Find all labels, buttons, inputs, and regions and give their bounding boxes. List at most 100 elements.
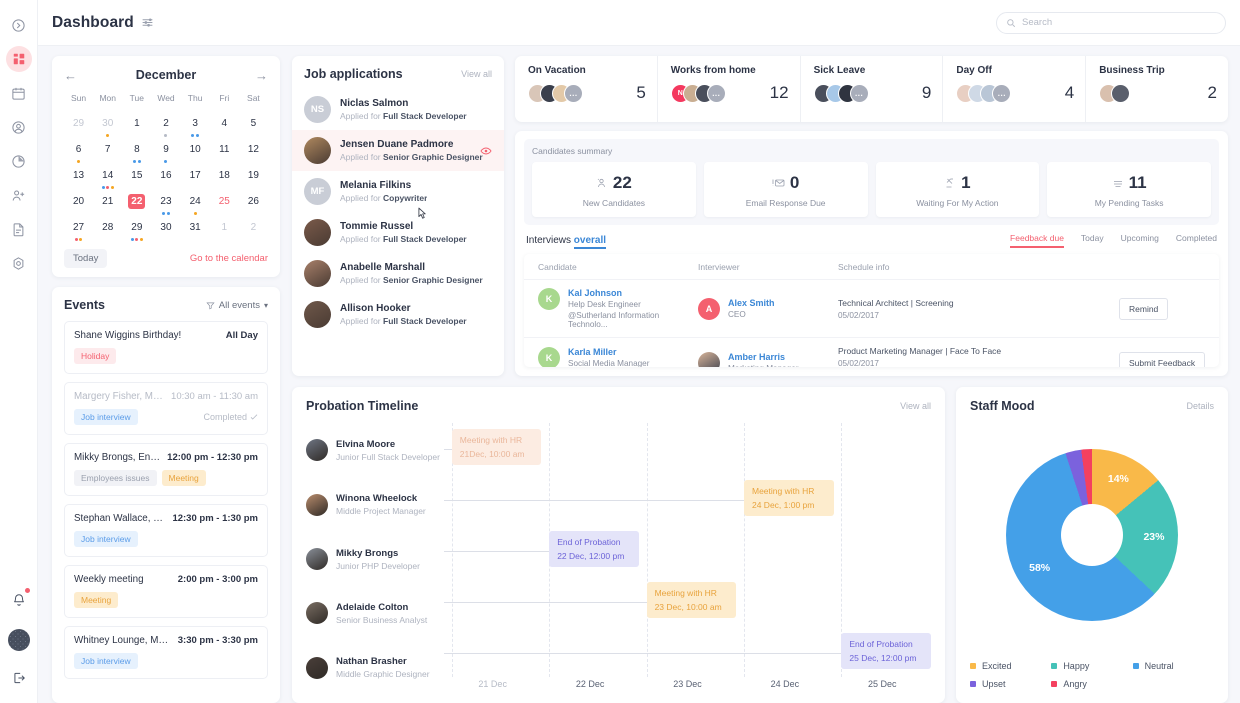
calendar-day-15[interactable]: 15 xyxy=(122,164,151,190)
sidebar-item-documents[interactable] xyxy=(6,216,32,242)
calendar-day-2[interactable]: 2 xyxy=(239,216,268,242)
sidebar-item-dashboard[interactable] xyxy=(5,46,32,72)
calendar-day-28[interactable]: 28 xyxy=(93,216,122,242)
sidebar-item-settings[interactable] xyxy=(6,250,32,276)
calendar-day-26[interactable]: 26 xyxy=(239,190,268,216)
candidate-summary-card[interactable]: 11 My Pending Tasks xyxy=(1047,162,1211,217)
calendar-day-29[interactable]: 29 xyxy=(64,112,93,138)
sliders-icon[interactable] xyxy=(141,16,154,29)
interview-action-button[interactable]: Submit Feedback xyxy=(1119,352,1206,367)
sidebar-item-reports[interactable] xyxy=(6,148,32,174)
calendar-day-30[interactable]: 30 xyxy=(151,216,180,242)
calendar-day-7[interactable]: 7 xyxy=(93,138,122,164)
event-item[interactable]: Weekly meeting 2:00 pm - 3:00 pm Meeting xyxy=(64,565,268,618)
candidate-name[interactable]: Karla Miller xyxy=(568,347,649,357)
logout-icon[interactable] xyxy=(6,665,32,691)
calendar-day-31[interactable]: 31 xyxy=(181,216,210,242)
candidate-summary-card[interactable]: 22 New Candidates xyxy=(532,162,696,217)
interviewer-name[interactable]: Amber Harris xyxy=(728,352,799,362)
timeline-event-chip[interactable]: Meeting with HR 23 Dec, 10:00 am xyxy=(646,581,737,618)
calendar-day-17[interactable]: 17 xyxy=(181,164,210,190)
calendar-day-14[interactable]: 14 xyxy=(93,164,122,190)
legend-item[interactable]: Neutral xyxy=(1132,657,1214,675)
calendar-day-19[interactable]: 19 xyxy=(239,164,268,190)
calendar-day-3[interactable]: 3 xyxy=(181,112,210,138)
calendar-day-30[interactable]: 30 xyxy=(93,112,122,138)
search-input[interactable] xyxy=(1022,17,1216,28)
today-button[interactable]: Today xyxy=(64,249,108,268)
job-application-item[interactable]: MF Melania Filkins Applied for Copywriter xyxy=(292,171,504,212)
job-application-item[interactable]: Anabelle Marshall Applied for Senior Grap… xyxy=(292,253,504,294)
calendar-day-29[interactable]: 29 xyxy=(122,216,151,242)
search-box[interactable] xyxy=(996,11,1226,34)
event-item[interactable]: Shane Wiggins Birthday! All Day Holiday xyxy=(64,321,268,374)
timeline-person[interactable]: Adelaide Colton Senior Business Analyst xyxy=(306,586,444,640)
timeline-event-chip[interactable]: End of Probation 25 Dec, 12:00 pm xyxy=(841,632,931,669)
attendance-stat-card[interactable]: Sick Leave... 9 xyxy=(801,56,944,122)
timeline-person[interactable]: Mikky Brongs Junior PHP Developer xyxy=(306,532,444,586)
calendar-day-23[interactable]: 23 xyxy=(151,190,180,216)
interview-action-button[interactable]: Remind xyxy=(1119,297,1169,320)
goto-calendar-link[interactable]: Go to the calendar xyxy=(190,253,268,264)
interviews-tab[interactable]: Upcoming xyxy=(1121,233,1159,248)
calendar-day-22[interactable]: 22 xyxy=(122,190,151,216)
calendar-day-5[interactable]: 5 xyxy=(239,112,268,138)
calendar-day-2[interactable]: 2 xyxy=(151,112,180,138)
calendar-day-11[interactable]: 11 xyxy=(210,138,239,164)
interviews-tab[interactable]: Completed xyxy=(1176,233,1217,248)
timeline-event-chip[interactable]: Meeting with HR 21Dec, 10:00 am xyxy=(451,429,542,466)
calendar-next-button[interactable]: → xyxy=(255,69,268,82)
calendar-prev-button[interactable]: ← xyxy=(64,69,77,82)
interviews-tab[interactable]: Feedback due xyxy=(1010,233,1064,248)
timeline-person[interactable]: Elvina Moore Junior Full Stack Developer xyxy=(306,423,444,477)
staff-mood-details-link[interactable]: Details xyxy=(1186,401,1214,411)
calendar-day-24[interactable]: 24 xyxy=(181,190,210,216)
interviews-tab[interactable]: Today xyxy=(1081,233,1104,248)
calendar-day-25[interactable]: 25 xyxy=(210,190,239,216)
notifications-icon[interactable] xyxy=(6,587,32,613)
calendar-day-1[interactable]: 1 xyxy=(210,216,239,242)
attendance-stat-card[interactable]: On Vacation... 5 xyxy=(515,56,658,122)
job-application-item[interactable]: Allison Hooker Applied for Full Stack Dev… xyxy=(292,294,504,335)
calendar-day-10[interactable]: 10 xyxy=(181,138,210,164)
job-application-item[interactable]: Tommie Russel Applied for Full Stack Deve… xyxy=(292,212,504,253)
calendar-day-12[interactable]: 12 xyxy=(239,138,268,164)
calendar-day-6[interactable]: 6 xyxy=(64,138,93,164)
job-applications-view-all[interactable]: View all xyxy=(461,69,492,79)
timeline-person[interactable]: Winona Wheelock Middle Project Manager xyxy=(306,477,444,531)
timeline-person[interactable]: Nathan Brasher Middle Graphic Designer xyxy=(306,641,444,695)
calendar-day-4[interactable]: 4 xyxy=(210,112,239,138)
avatar[interactable] xyxy=(7,629,30,651)
candidate-summary-card[interactable]: 0 Email Response Due xyxy=(703,162,868,217)
event-item[interactable]: Whitney Lounge, Mar... 3:30 pm - 3:30 pm J… xyxy=(64,626,268,679)
calendar-day-13[interactable]: 13 xyxy=(64,164,93,190)
interviewer-name[interactable]: Alex Smith xyxy=(728,298,775,308)
event-item[interactable]: Margery Fisher, Mark... 10:30 am - 11:30 … xyxy=(64,382,268,435)
legend-item[interactable]: Excited xyxy=(970,657,1051,675)
calendar-day-27[interactable]: 27 xyxy=(64,216,93,242)
calendar-day-18[interactable]: 18 xyxy=(210,164,239,190)
attendance-stat-card[interactable]: Day Off... 4 xyxy=(943,56,1087,122)
sidebar-item-calendar[interactable] xyxy=(6,80,32,106)
expand-toggle-icon[interactable] xyxy=(6,12,32,38)
calendar-day-21[interactable]: 21 xyxy=(93,190,122,216)
event-item[interactable]: Stephan Wallace, Dev... 12:30 pm - 1:30 p… xyxy=(64,504,268,557)
event-item[interactable]: Mikky Brongs, End of... 12:00 pm - 12:30 … xyxy=(64,443,268,496)
candidate-name[interactable]: Kal Johnson xyxy=(568,288,698,298)
timeline-event-chip[interactable]: Meeting with HR 24 Dec, 1:00 pm xyxy=(743,480,834,517)
probation-timeline-view-all[interactable]: View all xyxy=(900,401,931,411)
job-application-item[interactable]: Jensen Duane Padmore Applied for Senior G… xyxy=(292,130,504,171)
calendar-day-20[interactable]: 20 xyxy=(64,190,93,216)
calendar-day-9[interactable]: 9 xyxy=(151,138,180,164)
candidate-summary-card[interactable]: 1 Waiting For My Action xyxy=(875,162,1040,217)
calendar-day-1[interactable]: 1 xyxy=(122,112,151,138)
eye-icon[interactable] xyxy=(480,145,492,157)
timeline-event-chip[interactable]: End of Probation 22 Dec, 12:00 pm xyxy=(549,531,639,568)
attendance-stat-card[interactable]: Works from home N... 12 xyxy=(658,56,801,122)
calendar-day-16[interactable]: 16 xyxy=(151,164,180,190)
legend-item[interactable]: Upset xyxy=(970,675,1051,693)
calendar-day-8[interactable]: 8 xyxy=(122,138,151,164)
sidebar-item-profile[interactable] xyxy=(6,114,32,140)
events-filter[interactable]: All events ▾ xyxy=(206,300,268,311)
legend-item[interactable]: Angry xyxy=(1051,675,1132,693)
